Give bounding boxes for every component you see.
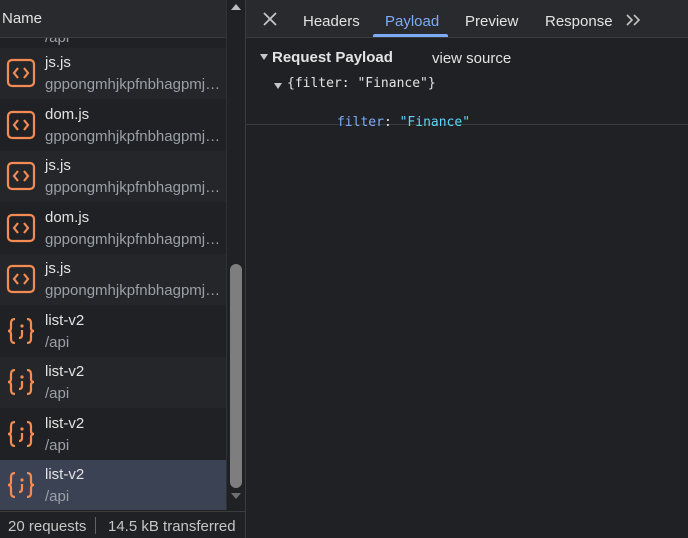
chevron-double-right-icon[interactable] (625, 13, 641, 27)
scroll-down-arrow-icon[interactable] (231, 493, 241, 499)
fetch-icon (6, 419, 36, 449)
network-status-bar: 20 requests 14.5 kB transferred (0, 511, 245, 538)
request-list-scrollbar[interactable] (226, 0, 245, 510)
request-row[interactable]: js.js gppongmhjkpfnbhagpmjfkannfbllamg (0, 254, 226, 305)
request-path: /api (45, 385, 70, 402)
script-icon (6, 58, 36, 88)
request-row[interactable]: list-v2/api (0, 305, 226, 357)
property-key: filter (336, 115, 384, 130)
object-expand-triangle-icon[interactable] (274, 83, 282, 89)
script-icon (6, 213, 36, 243)
request-list-pane: Name /api js.js gppongmhjkpfnbhagpmjfkann… (0, 0, 246, 538)
request-name: js.js (45, 54, 71, 71)
request-row[interactable]: js.js gppongmhjkpfnbhagpmjfkannfbllamg (0, 48, 226, 99)
request-name: dom.js (45, 208, 90, 226)
request-path: /api (45, 488, 70, 505)
request-name: dom.js (45, 105, 90, 123)
request-payload-section: Request Payload view source {filter: "Fi… (246, 39, 688, 130)
transferred-size: 14.5 kB transferred (108, 518, 236, 535)
section-expand-triangle-icon[interactable] (260, 54, 268, 60)
tab-headers[interactable]: Headers (303, 13, 360, 30)
property-value: "Finance" (399, 115, 471, 130)
request-name: list-v2 (45, 363, 85, 380)
request-row[interactable]: list-v2/api (0, 357, 226, 408)
scrollbar-thumb[interactable] (230, 264, 242, 488)
script-icon (6, 110, 36, 140)
tab-payload[interactable]: Payload (385, 13, 439, 30)
request-path: gppongmhjkpfnbhagpmjfkannfbllamg (45, 179, 223, 196)
tab-response[interactable]: Response (545, 13, 613, 30)
payload-object-summary[interactable]: {filter: "Finance"} (287, 76, 436, 91)
request-count: 20 requests (8, 518, 87, 535)
request-payload-title[interactable]: Request Payload (272, 49, 393, 66)
request-row[interactable]: list-v2/api (0, 408, 226, 460)
script-icon (6, 264, 36, 294)
request-path: gppongmhjkpfnbhagpmjfkannfbllamg (45, 230, 223, 248)
fetch-icon (6, 316, 36, 346)
request-details-pane: Headers Payload Preview Response Request… (246, 0, 688, 538)
request-name: list-v2 (45, 414, 85, 432)
request-path: gppongmhjkpfnbhagpmjfkannfbllamg (45, 282, 223, 299)
request-path: gppongmhjkpfnbhagpmjfkannfbllamg (45, 127, 223, 145)
fetch-icon (6, 367, 36, 397)
details-tab-bar: Headers Payload Preview Response (246, 0, 688, 38)
name-column-label: Name (2, 10, 43, 27)
fetch-icon (6, 470, 36, 500)
name-column-header[interactable]: Name (0, 0, 226, 38)
request-row[interactable]: dom.js gppongmhjkpfnbhagpmjfkannfbllamg (0, 99, 226, 151)
scroll-up-arrow-icon[interactable] (231, 4, 241, 10)
script-icon (6, 161, 36, 191)
request-row[interactable]: list-v2/api (0, 460, 226, 510)
request-row[interactable]: dom.js gppongmhjkpfnbhagpmjfkannfbllamg (0, 202, 226, 254)
payload-property-row[interactable]: filter: "Finance" (290, 100, 470, 145)
active-tab-indicator (373, 34, 448, 37)
request-row[interactable]: js.js gppongmhjkpfnbhagpmjfkannfbllamg (0, 151, 226, 202)
tab-preview[interactable]: Preview (465, 13, 518, 30)
status-divider (95, 517, 96, 534)
request-path: /api (45, 333, 70, 351)
request-row-partial-sub: /api (45, 38, 69, 46)
request-name: js.js (45, 260, 71, 277)
view-source-link[interactable]: view source (432, 50, 511, 67)
request-name: list-v2 (45, 466, 85, 483)
request-row-partial[interactable]: /api (0, 38, 226, 48)
request-name: list-v2 (45, 311, 85, 329)
property-separator: : (383, 115, 400, 130)
request-list: /api js.js gppongmhjkpfnbhagpmjfkannfblla… (0, 38, 226, 510)
request-path: /api (45, 436, 70, 454)
request-path: gppongmhjkpfnbhagpmjfkannfbllamg (45, 76, 223, 93)
close-icon[interactable] (261, 10, 279, 28)
request-name: js.js (45, 157, 71, 174)
